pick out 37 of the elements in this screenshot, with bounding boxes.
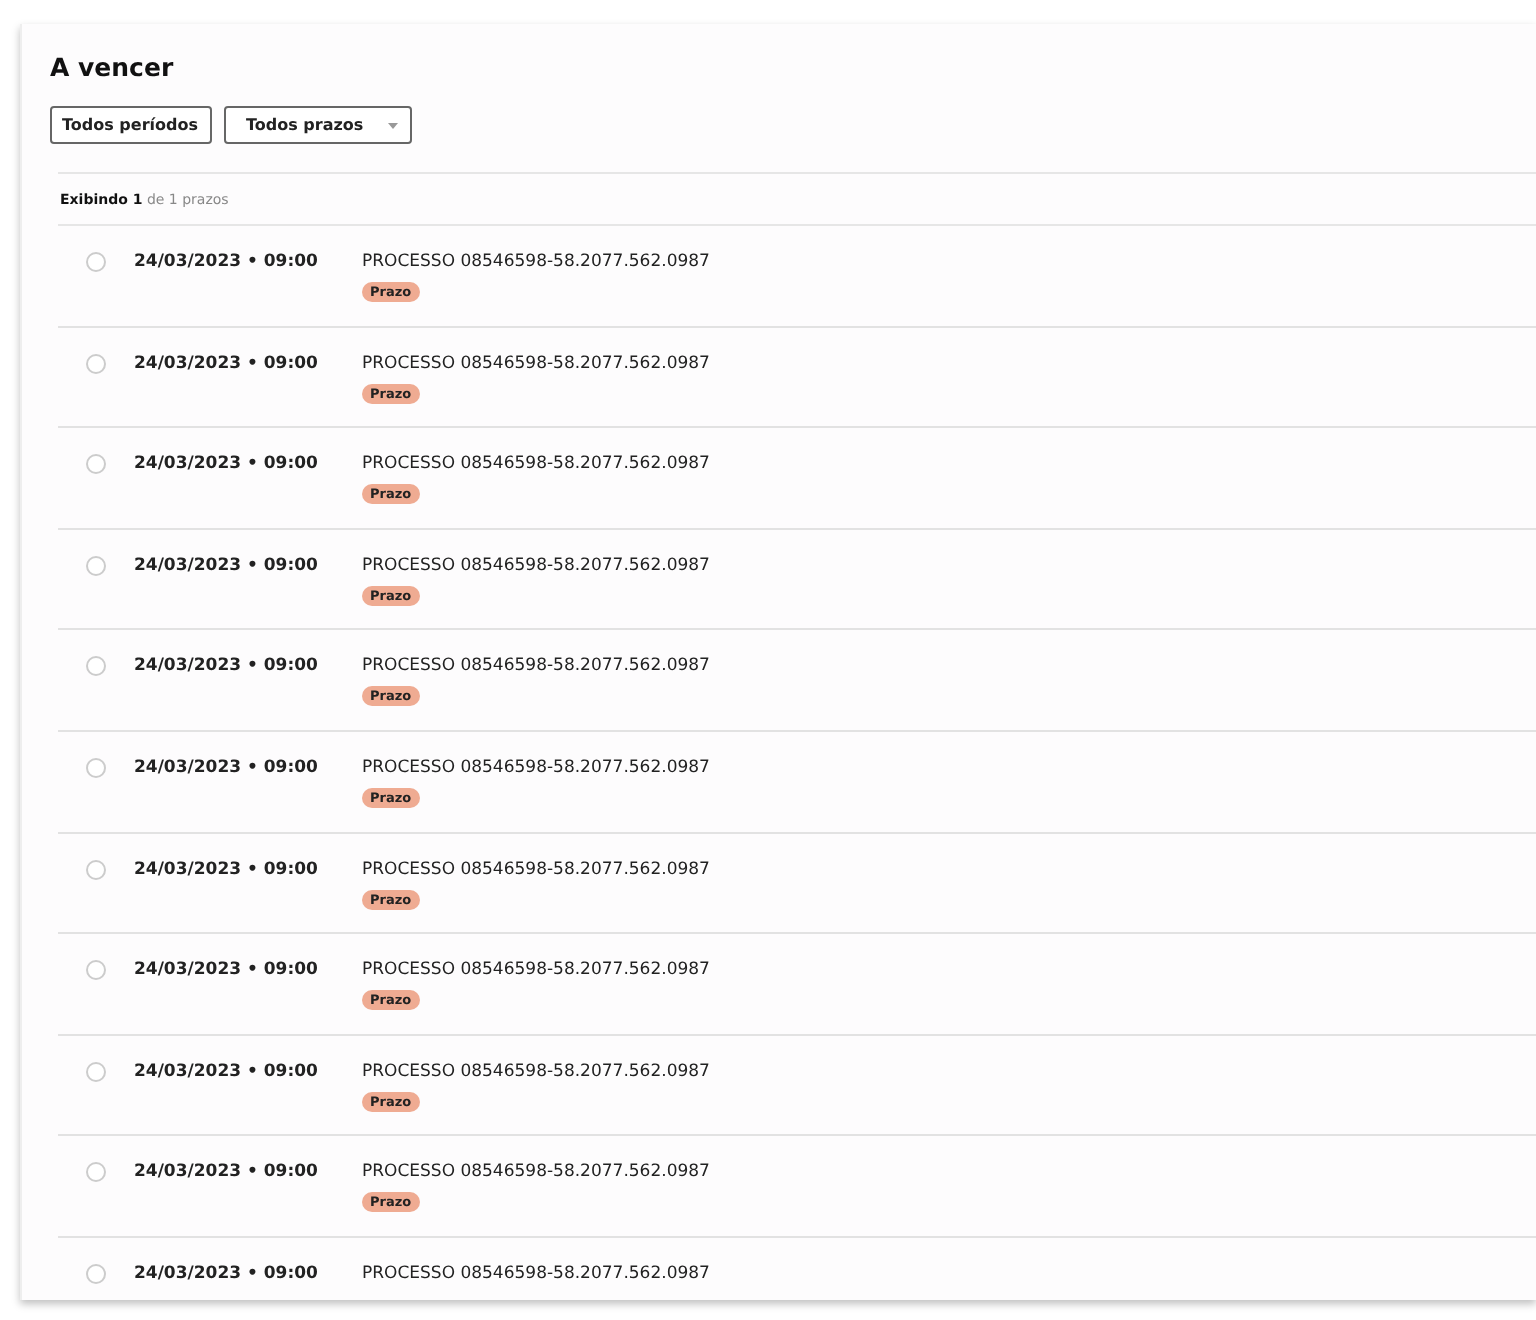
caret-icon: [387, 121, 398, 129]
process-number: PROCESSO 08546598-58.2077.562.0987: [362, 857, 710, 884]
deadline-date: 24/03/2023 • 09:00: [134, 452, 320, 479]
deadline-date: 24/03/2023 • 09:00: [134, 553, 320, 580]
deadline-date: 24/03/2023 • 09:00: [134, 755, 320, 782]
process-number: PROCESSO 08546598-58.2077.562.0987: [362, 654, 710, 681]
radio-button[interactable]: [86, 454, 106, 475]
deadline-date: 24/03/2023 • 09:00: [134, 654, 320, 681]
radio-button[interactable]: [86, 859, 106, 880]
deadline-date: 24/03/2023 • 09:00: [134, 351, 320, 378]
process-number: PROCESSO 08546598-58.2077.562.0987: [362, 1059, 710, 1086]
process-number: PROCESSO 08546598-58.2077.562.0987: [362, 958, 710, 985]
process-number: PROCESSO 08546598-58.2077.562.0987: [362, 755, 710, 782]
radio-button[interactable]: [86, 555, 106, 576]
process-number: PROCESSO 08546598-58.2077.562.0987: [362, 553, 710, 580]
deadline-date: 24/03/2023 • 09:00: [134, 958, 320, 985]
radio-button[interactable]: [86, 353, 106, 374]
filter-button[interactable]: Todos períodos: [50, 106, 212, 144]
process-number: PROCESSO 08546598-58.2077.562.0987: [362, 452, 710, 479]
radio-button[interactable]: [86, 960, 106, 981]
process-number: PROCESSO 08546598-58.2077.562.0987: [362, 1261, 710, 1288]
deadline-date: 24/03/2023 • 09:00: [134, 1160, 320, 1187]
radio-button[interactable]: [86, 757, 106, 778]
radio-button[interactable]: [86, 656, 106, 677]
filter-dropdown[interactable]: Todos prazos: [223, 106, 412, 144]
process-number: PROCESSO 08546598-58.2077.562.0987: [362, 1160, 710, 1187]
section-title: A vencer: [50, 52, 176, 82]
process-number: PROCESSO 08546598-58.2077.562.0987: [362, 250, 710, 276]
radio-button[interactable]: [86, 1263, 106, 1284]
process-number: PROCESSO 08546598-58.2077.562.0987: [362, 351, 710, 378]
deadline-date: 24/03/2023 • 09:00: [134, 1261, 320, 1288]
radio-button[interactable]: [86, 1162, 106, 1183]
deadline-date: 24/03/2023 • 09:00: [134, 250, 320, 276]
deadline-date: 24/03/2023 • 09:00: [134, 1059, 320, 1086]
deadline-date: 24/03/2023 • 09:00: [134, 857, 320, 884]
radio-button[interactable]: [86, 252, 106, 272]
radio-button[interactable]: [86, 1061, 106, 1082]
